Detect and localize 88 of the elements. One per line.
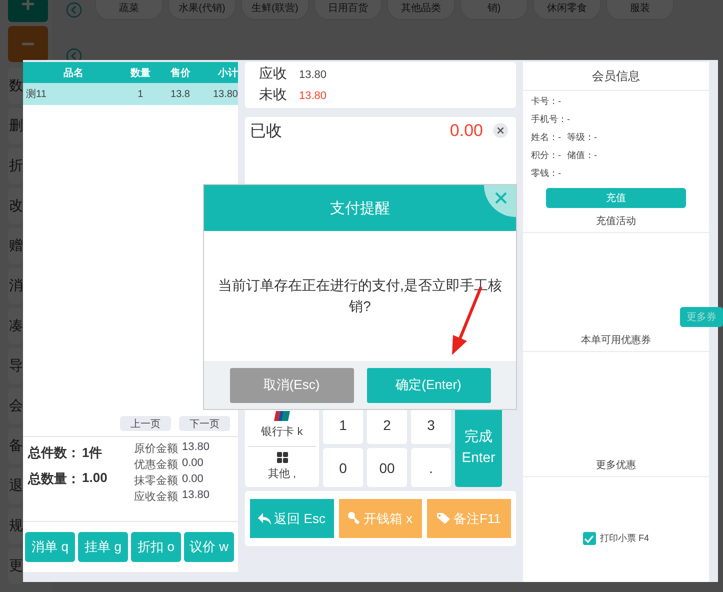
total-label: 总件数： (28, 444, 80, 462)
action-button[interactable]: 消单 q (25, 532, 75, 562)
amount-value: 13.80 (182, 489, 210, 503)
table-cell-text: 13.8 (170, 88, 191, 100)
column-header: 数量 (129, 66, 152, 80)
category-tab[interactable]: 水果(代销) (168, 0, 236, 20)
amount-label: 优惠金额 (134, 458, 178, 472)
sidebar-item[interactable]: 会 (8, 388, 23, 424)
more-coupons-button[interactable]: 更多券 (680, 307, 723, 327)
total-value: 1件 (82, 444, 102, 462)
amount-value: 13.80 (182, 441, 210, 455)
sidebar-item[interactable]: 改 (8, 188, 23, 224)
amount-label: 应收金额 (134, 490, 178, 504)
key-icon (348, 512, 360, 525)
sidebar-item[interactable]: 数 (8, 68, 23, 104)
sidebar-item[interactable]: 退 (8, 468, 23, 504)
action-button[interactable]: 挂单 g (78, 532, 128, 562)
received-label: 已收 (250, 122, 283, 142)
table-cell-text: 13.80 (212, 88, 238, 100)
category-tab[interactable]: 休闲零食 (533, 0, 601, 20)
member-field: 零钱：- (531, 167, 561, 180)
footer-button[interactable]: 返回 Esc (250, 499, 334, 538)
category-tab[interactable]: 服装 (606, 0, 674, 20)
column-header: 品名 (62, 66, 84, 80)
sidebar-item[interactable]: 赠 (8, 228, 23, 264)
page-button[interactable]: 上一页 (120, 416, 171, 431)
tag-icon (437, 513, 450, 524)
plus-icon (21, 0, 35, 11)
category-tab[interactable]: 销) (460, 0, 528, 20)
member-field: 等级：- (567, 131, 597, 144)
keypad-key[interactable]: 00 (367, 448, 407, 487)
due-label: 未收 (259, 86, 287, 104)
member-field: 积分：- (531, 149, 561, 162)
sidebar-item[interactable]: 规 (8, 508, 23, 544)
due-value: 13.80 (299, 90, 327, 102)
member-field: 手机号：- (531, 113, 570, 126)
panel-title: 会员信息 (523, 62, 709, 91)
amount-label: 原价金额 (134, 442, 178, 456)
bank-card-icon (274, 411, 290, 422)
sidebar-item[interactable]: 导 (8, 348, 23, 384)
dialog-title: 支付提醒 (330, 198, 390, 218)
section-title: 更多优惠 (523, 452, 709, 477)
action-button[interactable]: 议价 w (184, 532, 234, 562)
due-value: 13.80 (299, 69, 327, 81)
amount-label: 抹零金额 (134, 474, 178, 488)
sidebar-item[interactable]: 消 (8, 268, 23, 304)
footer-button[interactable]: 开钱箱 x (338, 499, 422, 538)
category-tab[interactable]: 其他品类 (387, 0, 455, 20)
sidebar-item[interactable]: 折 (8, 148, 23, 184)
sidebar-item[interactable]: 删 (8, 108, 23, 144)
close-icon[interactable] (484, 185, 516, 217)
total-label: 总数量： (28, 470, 80, 488)
page-button[interactable]: 下一页 (179, 416, 230, 431)
clear-icon[interactable] (493, 123, 508, 138)
recharge-button[interactable]: 充值 (546, 188, 686, 208)
total-value: 1.00 (82, 470, 108, 487)
action-button[interactable]: 折扣 o (131, 532, 181, 562)
section-title: 充值活动 (523, 208, 709, 233)
keypad-key[interactable]: 0 (323, 448, 363, 487)
minus-icon (21, 42, 35, 46)
category-tab[interactable]: 蔬菜 (95, 0, 163, 20)
reply-icon (258, 512, 272, 524)
table-cell-text: 1 (136, 88, 144, 100)
member-field: 姓名：- (531, 131, 561, 144)
section-title: 本单可用优惠券 (523, 327, 709, 352)
category-tab[interactable]: 生鲜(联营) (241, 0, 309, 20)
grid-icon (276, 452, 288, 464)
dialog-button[interactable]: 取消(Esc) (230, 368, 354, 402)
member-field: 卡号：- (531, 95, 561, 108)
column-header: 售价 (169, 66, 192, 80)
member-field: 储值：- (567, 149, 597, 162)
column-header: 小计 (216, 66, 238, 80)
amount-value: 0.00 (182, 473, 204, 487)
sidebar-item[interactable]: 备 (8, 428, 23, 464)
category-tab[interactable]: 日用百货 (314, 0, 382, 20)
amount-value: 0.00 (182, 457, 204, 471)
table-cell-text: 测11 (25, 88, 48, 101)
checkbox[interactable] (582, 532, 596, 545)
keypad-key[interactable]: . (411, 448, 451, 487)
order-row[interactable]: 测11 1 13.8 13.80 (23, 83, 238, 105)
received-amount: 0.00 (450, 121, 483, 141)
dialog-button[interactable]: 确定(Enter) (366, 368, 490, 402)
remove-button[interactable] (8, 26, 48, 62)
sidebar-item[interactable]: 凑 (8, 308, 23, 344)
footer-button[interactable]: 备注F11 (427, 499, 512, 538)
due-label: 应收 (259, 65, 287, 83)
sidebar-item[interactable]: 更 (8, 548, 23, 584)
checkbox-label: 打印小票 F4 (600, 532, 649, 545)
